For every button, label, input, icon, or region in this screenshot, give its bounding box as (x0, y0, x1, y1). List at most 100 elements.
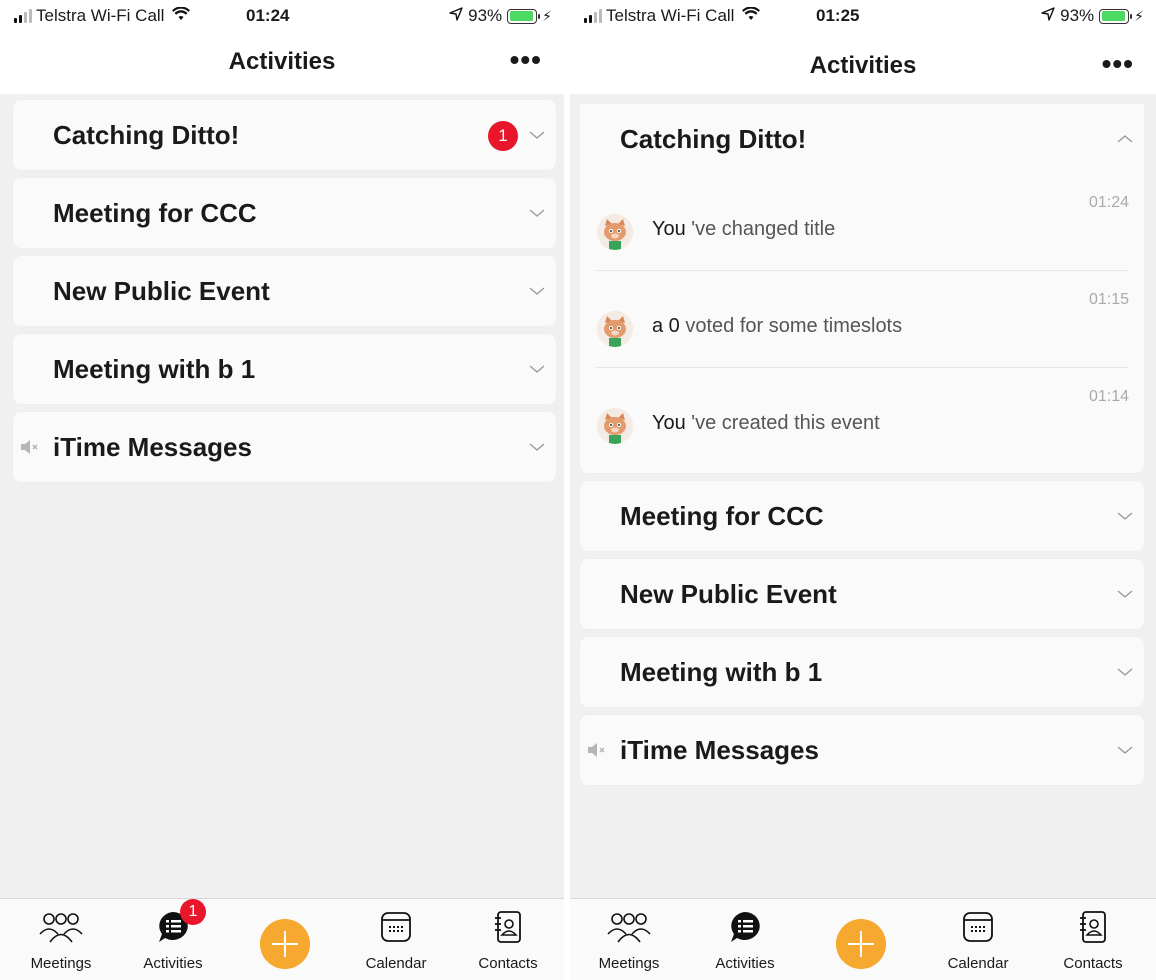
tab-label: Calendar (365, 955, 427, 972)
tab-contacts[interactable]: Contacts (453, 907, 563, 972)
status-time: 01:25 (816, 6, 860, 25)
more-options-button[interactable]: ••• (1102, 48, 1134, 80)
activity-text: You 've created this event (652, 412, 880, 435)
tab-label: Contacts (478, 955, 538, 972)
activity-actor: You (652, 218, 686, 240)
carrier-label: Telstra Wi-Fi Call (36, 6, 165, 25)
more-options-button[interactable]: ••• (510, 44, 542, 76)
event-card-meeting-for-ccc[interactable]: Meeting for CCC (580, 481, 1144, 551)
tab-bar: Meetings Activities Calendar Contacts (570, 898, 1156, 980)
event-title: Catching Ditto! (620, 123, 807, 154)
calendar-icon (341, 907, 451, 947)
tab-bar: Meetings 1 Activities Calendar Contacts (0, 898, 564, 980)
unread-badge: 1 (488, 121, 518, 151)
meetings-people-icon (574, 907, 684, 947)
wifi-icon (742, 5, 761, 26)
plus-icon[interactable] (836, 919, 886, 969)
event-card-header[interactable]: Catching Ditto! (580, 104, 1144, 174)
activity-feed: 01:24 You 've changed title 01:15 a 0 vo… (580, 174, 1144, 473)
activities-list: Catching Ditto! 01:24 You 've changed ti… (580, 104, 1144, 793)
meetings-people-icon (6, 907, 116, 947)
tab-meetings[interactable]: Meetings (574, 907, 684, 972)
activity-time: 01:24 (1088, 194, 1129, 211)
left-screen: Telstra Wi-Fi Call 01:24 93% ⚡ Activitie… (0, 0, 564, 980)
right-screen: Telstra Wi-Fi Call 01:25 93% ⚡ Activitie… (570, 0, 1156, 980)
plus-icon[interactable] (260, 919, 310, 969)
tab-label: Activities (715, 955, 775, 972)
cat-avatar-icon (597, 311, 633, 347)
event-card-meeting-with-b1[interactable]: Meeting with b 1 (13, 334, 556, 404)
chevron-down-icon[interactable] (1116, 585, 1134, 603)
mute-speaker-icon (19, 438, 41, 456)
tab-meetings[interactable]: Meetings (6, 907, 116, 972)
signal-icon (584, 9, 602, 23)
event-card-new-public-event[interactable]: New Public Event (580, 559, 1144, 629)
activity-text: a 0 voted for some timeslots (652, 315, 902, 338)
event-title: Meeting for CCC (53, 197, 257, 228)
chevron-up-icon[interactable] (1116, 130, 1134, 148)
nav-bar: Activities ••• (570, 34, 1156, 94)
chevron-down-icon[interactable] (528, 126, 546, 144)
event-title: Meeting with b 1 (620, 656, 823, 687)
activities-chat-icon: 1 (118, 899, 228, 947)
tab-contacts[interactable]: Contacts (1038, 907, 1148, 972)
charging-bolt-icon: ⚡ (1134, 7, 1144, 24)
event-card-new-public-event[interactable]: New Public Event (13, 256, 556, 326)
cat-avatar-icon (597, 408, 633, 444)
tab-label: Calendar (947, 955, 1009, 972)
status-time: 01:24 (246, 6, 290, 25)
activity-item: 01:24 You 've changed title (595, 174, 1129, 271)
chevron-down-icon[interactable] (1116, 741, 1134, 759)
chevron-down-icon[interactable] (528, 360, 546, 378)
chevron-down-icon[interactable] (1116, 507, 1134, 525)
page-title: Activities (809, 52, 917, 79)
activity-time: 01:14 (1088, 388, 1129, 405)
activities-chat-icon (690, 907, 800, 947)
event-title: New Public Event (53, 275, 270, 306)
activities-list: Catching Ditto! 1 Meeting for CCC New Pu… (13, 100, 556, 490)
event-title: Meeting for CCC (620, 500, 824, 531)
event-card-itime-messages[interactable]: iTime Messages (13, 412, 556, 482)
contacts-book-icon (1038, 907, 1148, 947)
activity-item: 01:15 a 0 voted for some timeslots (595, 271, 1129, 368)
event-card-itime-messages[interactable]: iTime Messages (580, 715, 1144, 785)
tab-activities[interactable]: 1 Activities (118, 899, 228, 972)
calendar-icon (923, 907, 1033, 947)
tab-activities[interactable]: Activities (690, 907, 800, 972)
nav-bar: Activities ••• (0, 34, 564, 94)
event-card-meeting-with-b1[interactable]: Meeting with b 1 (580, 637, 1144, 707)
chevron-down-icon[interactable] (1116, 663, 1134, 681)
event-title: iTime Messages (53, 431, 252, 462)
activity-actor: a 0 (652, 315, 680, 337)
battery-icon (507, 8, 541, 24)
status-bar: Telstra Wi-Fi Call 01:25 93% ⚡ (570, 0, 1156, 34)
chevron-down-icon[interactable] (528, 204, 546, 222)
location-arrow-icon (449, 6, 463, 26)
tab-calendar[interactable]: Calendar (341, 907, 451, 972)
page-title: Activities (228, 48, 336, 75)
contacts-book-icon (453, 907, 563, 947)
event-card-catching-ditto-expanded: Catching Ditto! 01:24 You 've changed ti… (580, 104, 1144, 473)
event-card-catching-ditto[interactable]: Catching Ditto! 1 (13, 100, 556, 170)
event-card-meeting-for-ccc[interactable]: Meeting for CCC (13, 178, 556, 248)
tab-label: Activities (143, 955, 203, 972)
mute-speaker-icon (586, 741, 608, 759)
location-arrow-icon (1041, 6, 1055, 26)
activity-action: voted for some timeslots (679, 315, 903, 337)
charging-bolt-icon: ⚡ (542, 7, 552, 24)
event-title: New Public Event (620, 578, 837, 609)
activity-time: 01:15 (1088, 291, 1129, 308)
event-title: Meeting with b 1 (53, 353, 256, 384)
battery-icon (1099, 8, 1133, 24)
signal-icon (14, 9, 32, 23)
cat-avatar-icon (597, 214, 633, 250)
chevron-down-icon[interactable] (528, 282, 546, 300)
event-title: iTime Messages (620, 734, 819, 765)
tab-calendar[interactable]: Calendar (923, 907, 1033, 972)
chevron-down-icon[interactable] (528, 438, 546, 456)
status-bar: Telstra Wi-Fi Call 01:24 93% ⚡ (0, 0, 564, 34)
activity-actor: You (652, 412, 686, 434)
activities-badge: 1 (180, 899, 206, 925)
activity-item: 01:14 You 've created this event (595, 368, 1129, 465)
tab-label: Meetings (30, 955, 92, 972)
